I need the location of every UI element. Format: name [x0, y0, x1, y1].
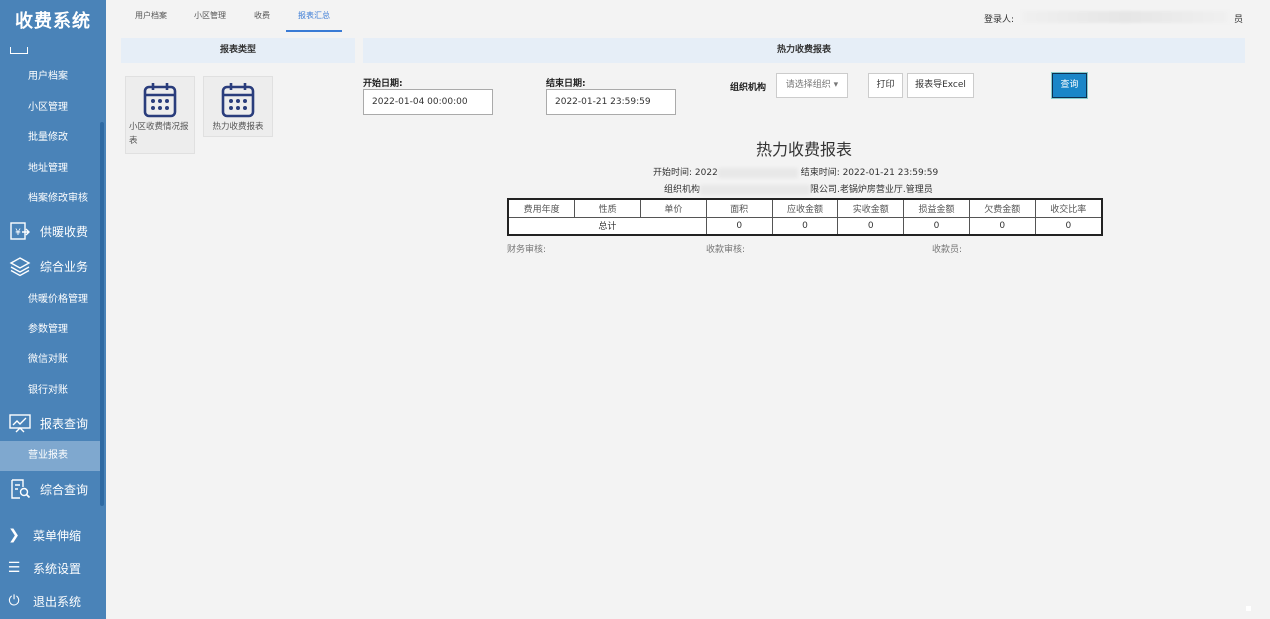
- report-card-community[interactable]: 小区收费情况报表: [125, 76, 195, 154]
- report-table: 费用年度 性质 单价 面积 应收金额 实收金额 损益金额 欠费金额 收交比率 总…: [507, 198, 1103, 236]
- redacted-text: [700, 184, 811, 195]
- column-header: 欠费金额: [968, 198, 1036, 218]
- column-header: 费用年度: [507, 198, 576, 218]
- sidebar-item-batch-edit[interactable]: 批量修改: [0, 123, 100, 153]
- sidebar-group-label: 供暖收费: [40, 224, 89, 239]
- app-title: 收费系统: [15, 11, 91, 32]
- svg-text:¥: ¥: [15, 228, 21, 238]
- column-header: 应收金额: [771, 198, 839, 218]
- payment-icon: ¥: [9, 220, 31, 242]
- sidebar-group-heating[interactable]: ¥ 供暖收费: [0, 214, 100, 248]
- column-header: 收交比率: [1034, 198, 1103, 218]
- sidebar-item-wechat-reconcile[interactable]: 微信对账: [0, 345, 100, 375]
- sidebar-item-community[interactable]: 小区管理: [0, 93, 100, 123]
- sidebar-item-price[interactable]: 供暖价格管理: [0, 285, 100, 315]
- end-date-label: 结束日期:: [546, 79, 586, 89]
- report-title: 热力收费报表: [755, 140, 852, 159]
- sidebar-group-label: 报表查询: [40, 416, 89, 431]
- table-cell: 0: [705, 216, 773, 236]
- layers-icon: [9, 255, 31, 277]
- table-cell: 0: [771, 216, 839, 236]
- org-select[interactable]: 请选择组织 ▾: [776, 73, 848, 98]
- table-cell: 0: [903, 216, 970, 236]
- sidebar-group-business[interactable]: 综合业务: [0, 249, 100, 283]
- report-type-header: 报表类型: [121, 38, 355, 63]
- report-period: 开始时间: 2022 结束时间: 2022-01-21 23:59:59: [653, 165, 938, 178]
- column-header: 单价: [640, 198, 707, 218]
- column-header: 损益金额: [903, 198, 970, 218]
- finance-audit-label: 财务审核:: [507, 245, 547, 255]
- sidebar-scrollbar[interactable]: [100, 122, 104, 506]
- sidebar-group-label: 综合查询: [40, 482, 89, 497]
- corner-marker: [1246, 606, 1251, 611]
- menu-stub-icon: [10, 47, 28, 54]
- logout-label: 退出系统: [33, 594, 82, 609]
- table-cell: 0: [1034, 216, 1103, 236]
- calendar-icon: [143, 82, 177, 118]
- table-header-row: 费用年度 性质 单价 面积 应收金额 实收金额 损益金额 欠费金额 收交比率: [507, 198, 1103, 218]
- tab-user-archive[interactable]: 用户档案: [128, 0, 174, 32]
- logout-button[interactable]: ⏻ 退出系统: [0, 586, 106, 616]
- sidebar-item-user-archive[interactable]: 用户档案: [0, 62, 100, 92]
- tab-community[interactable]: 小区管理: [188, 0, 232, 32]
- report-org-prefix: 组织机构: [664, 185, 701, 195]
- column-header: 性质: [574, 198, 642, 218]
- document-search-icon: [9, 478, 31, 500]
- redacted-text: [717, 167, 798, 178]
- report-org-suffix: 限公司.老锅炉房营业厅.管理员: [810, 185, 933, 195]
- report-start-prefix: 开始时间: 2022: [653, 168, 718, 178]
- report-end-text: 结束时间: 2022-01-21 23:59:59: [800, 168, 939, 178]
- presentation-icon: [9, 412, 31, 434]
- sidebar-item-address[interactable]: 地址管理: [0, 154, 100, 184]
- report-org: 组织机构 限公司.老锅炉房营业厅.管理员: [664, 182, 933, 195]
- table-row: 总计 0 0 0 0 0 0: [507, 216, 1103, 236]
- menu-toggle-button[interactable]: ❯ 菜单伸缩: [0, 520, 106, 550]
- column-header: 实收金额: [837, 198, 905, 218]
- query-button[interactable]: 查询: [1052, 73, 1087, 98]
- receipt-audit-label: 收款审核:: [706, 245, 746, 255]
- sidebar-item-archive-audit[interactable]: 档案修改审核: [0, 184, 100, 214]
- sidebar-item-bank-reconcile[interactable]: 银行对账: [0, 376, 100, 406]
- sidebar-group-query[interactable]: 综合查询: [0, 472, 100, 506]
- export-excel-button[interactable]: 报表导Excel: [907, 73, 974, 98]
- report-card-label: 热力收费报表: [212, 122, 264, 132]
- sidebar: 收费系统 用户档案 小区管理 批量修改 地址管理 档案修改审核 ¥ 供暖收费 综…: [0, 0, 106, 619]
- hamburger-icon: ☰: [7, 560, 21, 576]
- cashier-label: 收款员:: [932, 245, 963, 255]
- login-user-redacted: [1022, 11, 1228, 23]
- tab-report-summary[interactable]: 报表汇总: [286, 0, 342, 32]
- print-button[interactable]: 打印: [868, 73, 903, 98]
- org-label: 组织机构: [730, 83, 767, 93]
- sidebar-item-business-report[interactable]: 营业报表: [0, 441, 100, 471]
- system-settings-button[interactable]: ☰ 系统设置: [0, 553, 106, 583]
- sidebar-item-params[interactable]: 参数管理: [0, 315, 100, 345]
- column-header: 面积: [705, 198, 773, 218]
- end-date-input[interactable]: 2022-01-21 23:59:59: [546, 89, 676, 115]
- menu-toggle-label: 菜单伸缩: [33, 528, 82, 543]
- login-label: 登录人:: [984, 15, 1015, 25]
- login-tail: 员: [1234, 15, 1244, 25]
- report-card-label: 小区收费情况报表: [129, 122, 189, 146]
- report-card-heating[interactable]: 热力收费报表: [203, 76, 273, 137]
- tab-charge[interactable]: 收费: [248, 0, 276, 32]
- chevron-right-icon: ❯: [8, 527, 20, 543]
- total-label: 总计: [507, 216, 707, 236]
- start-date-input[interactable]: 2022-01-04 00:00:00: [363, 89, 493, 115]
- sidebar-group-report[interactable]: 报表查询: [0, 406, 100, 440]
- power-icon: ⏻: [8, 593, 20, 609]
- calendar-icon: [221, 82, 255, 118]
- system-settings-label: 系统设置: [33, 561, 82, 576]
- table-cell: 0: [968, 216, 1036, 236]
- sidebar-group-label: 综合业务: [40, 259, 89, 274]
- table-cell: 0: [837, 216, 905, 236]
- heating-report-header: 热力收费报表: [363, 38, 1245, 63]
- start-date-label: 开始日期:: [363, 79, 403, 89]
